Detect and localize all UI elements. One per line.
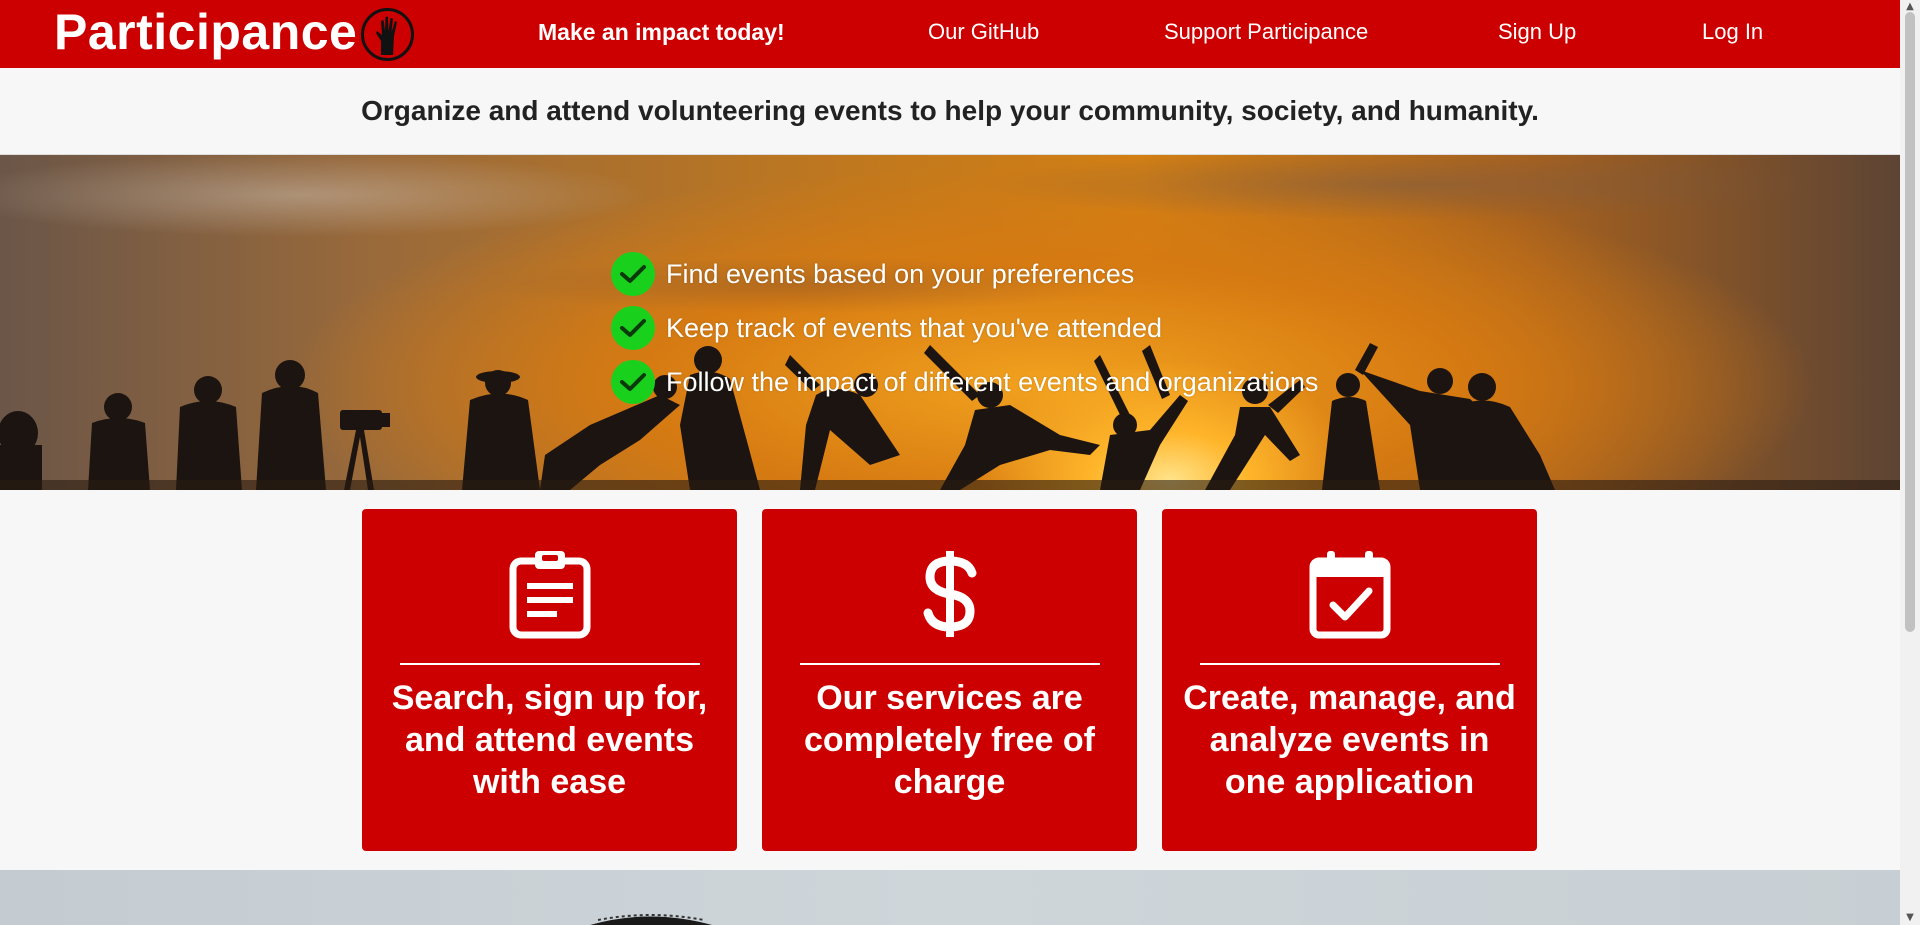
nav-signup[interactable]: Sign Up (1498, 18, 1576, 46)
card-divider (800, 663, 1100, 665)
feature-card-free: Our services are completely free of char… (762, 509, 1137, 851)
raised-hand-logo-icon[interactable] (361, 8, 414, 61)
feature-item: Find events based on your preferences (611, 247, 1318, 301)
feature-card-search: Search, sign up for, and attend events w… (362, 509, 737, 851)
card-divider (400, 663, 700, 665)
feature-text: Find events based on your preferences (666, 259, 1135, 289)
clipboard-icon (362, 549, 737, 644)
card-text: Our services are completely free of char… (804, 679, 1095, 801)
dollar-icon (762, 549, 1137, 644)
nav-login[interactable]: Log In (1702, 18, 1763, 46)
feature-list: Find events based on your preferences Ke… (611, 247, 1318, 409)
feature-item: Keep track of events that you've attende… (611, 301, 1318, 355)
nav-github[interactable]: Our GitHub (928, 18, 1039, 46)
card-text: Search, sign up for, and attend events w… (391, 679, 708, 801)
feature-card-manage: Create, manage, and analyze events in on… (1162, 509, 1537, 851)
feature-item: Follow the impact of different events an… (611, 355, 1318, 409)
nav-support[interactable]: Support Participance (1164, 18, 1368, 46)
navbar: Participance Make an impact today! Our G… (0, 0, 1900, 68)
checkmark-icon (611, 252, 655, 296)
card-divider (1200, 663, 1500, 665)
checkmark-icon (611, 306, 655, 350)
tagline-bar: Organize and attend volunteering events … (0, 68, 1900, 155)
hero-banner: Find events based on your preferences Ke… (0, 155, 1900, 490)
brand-name[interactable]: Participance (54, 2, 357, 62)
feature-text: Follow the impact of different events an… (666, 367, 1319, 397)
page-scrollbar[interactable]: ▲ ▼ (1900, 0, 1920, 925)
calendar-check-icon (1162, 549, 1537, 644)
checkmark-icon (611, 360, 655, 404)
nav-make-impact[interactable]: Make an impact today! (538, 18, 785, 46)
next-section-preview (0, 870, 1900, 925)
tagline: Organize and attend volunteering events … (361, 95, 1539, 126)
scrollbar-thumb[interactable] (1905, 12, 1915, 632)
feature-text: Keep track of events that you've attende… (666, 313, 1162, 343)
scroll-down-arrow-icon[interactable]: ▼ (1900, 911, 1920, 925)
card-text: Create, manage, and analyze events in on… (1183, 679, 1516, 801)
